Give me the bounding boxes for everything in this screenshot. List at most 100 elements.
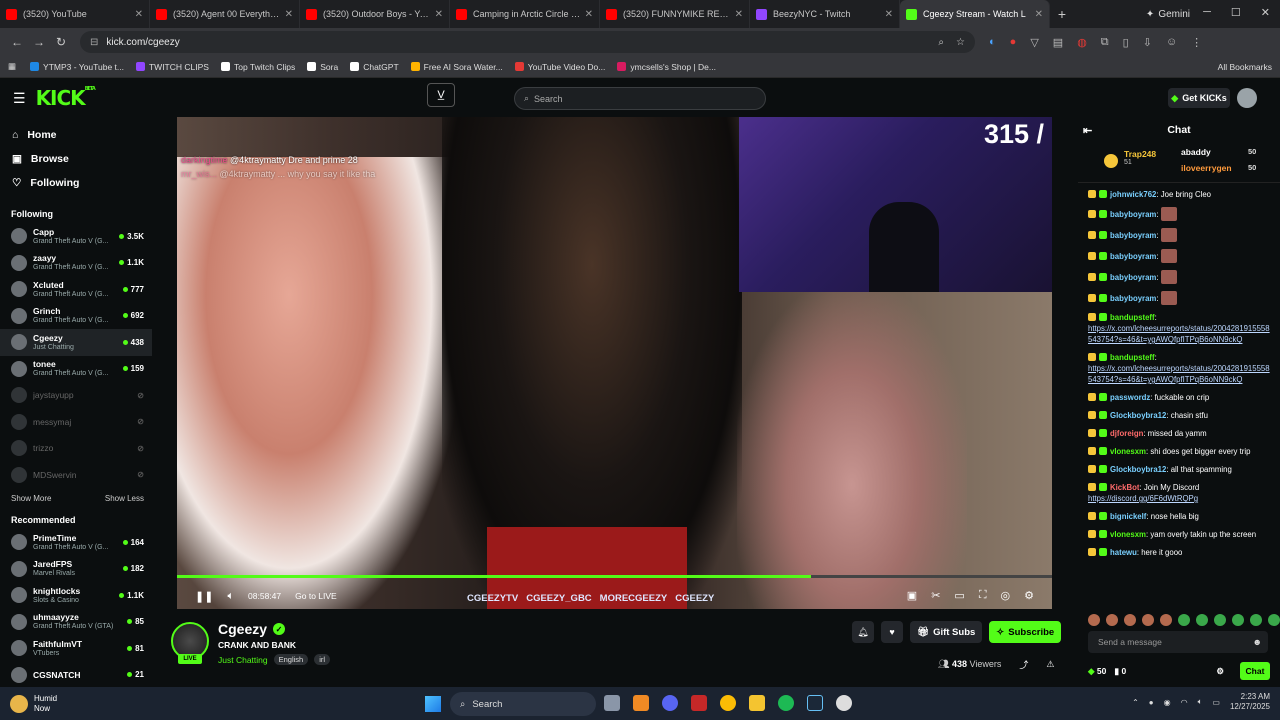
steam-icon[interactable] [807, 695, 823, 711]
emote-icon[interactable] [1160, 614, 1172, 626]
bookmark-item[interactable]: Free AI Sora Water... [410, 62, 503, 72]
emote-icon[interactable] [1214, 614, 1226, 626]
get-kicks-button[interactable]: ◆ Get KICKs [1168, 88, 1230, 108]
bookmark-item[interactable]: ymcsells's Shop | De... [617, 62, 716, 72]
user-avatar[interactable] [1237, 88, 1257, 108]
recommended-item[interactable]: JaredFPS Marvel Rivals 182 [0, 556, 152, 583]
show-more-button[interactable]: Show More [11, 494, 51, 503]
bookmark-item[interactable]: TWITCH CLIPS [135, 62, 209, 72]
following-item[interactable]: MDSwervin ⊘ [0, 462, 152, 489]
extension-icon[interactable]: ◍ [1077, 36, 1087, 49]
all-bookmarks-button[interactable]: All Bookmarks [1218, 62, 1272, 72]
close-tab-icon[interactable]: ✕ [435, 9, 443, 20]
gift-subs-button[interactable]: 🎁︎ Gift Subs [910, 621, 983, 643]
chat-username[interactable]: Glockboybra12 [1110, 411, 1166, 420]
zoom-icon[interactable]: ⌕ [938, 37, 944, 48]
following-item[interactable]: trizzo ⊘ [0, 435, 152, 462]
chat-username[interactable]: vlonesxm [1110, 530, 1146, 539]
chat-link[interactable]: https://discord.gg/6F6dWtRQPg [1088, 494, 1198, 503]
browser-tab[interactable]: Cgeezy Stream - Watch L ✕ [900, 0, 1050, 28]
emote-icon[interactable] [1088, 614, 1100, 626]
kicks-balance[interactable]: ▮ 0 [1114, 666, 1126, 677]
app-icon[interactable] [691, 695, 707, 711]
clock[interactable]: 2:23 AM 12/27/2025 [1230, 692, 1270, 712]
following-item[interactable]: zaayy Grand Theft Auto V (G... 1.1K [0, 250, 152, 277]
pause-icon[interactable]: ❚❚ [195, 590, 213, 603]
clip-icon[interactable]: ✂ [931, 589, 940, 602]
taskbar-search[interactable]: ⌕ Search [450, 692, 596, 716]
share-icon[interactable]: ⤴ [1019, 658, 1028, 671]
emote-icon[interactable] [1196, 614, 1208, 626]
chat-username[interactable]: KickBot [1110, 483, 1139, 492]
emote-icon[interactable] [1106, 614, 1118, 626]
theater-mode-icon[interactable]: ▭ [954, 589, 964, 602]
chat-username[interactable]: babyboyram [1110, 210, 1156, 219]
downloads-icon[interactable]: ⇩ [1143, 36, 1152, 49]
sidebar-icon[interactable]: ▯ [1123, 36, 1129, 49]
chat-username[interactable]: babyboyram [1110, 231, 1156, 240]
category-link[interactable]: Just Chatting [218, 655, 268, 665]
discord-icon[interactable] [662, 695, 678, 711]
maximize-button[interactable]: ☐ [1231, 6, 1241, 19]
chat-username[interactable]: hatewu [1110, 548, 1137, 557]
go-to-live-button[interactable]: Go to LIVE [295, 591, 337, 601]
notification-bell-button[interactable]: 🔔︎ [852, 621, 874, 643]
tag-irl[interactable]: irl [314, 654, 331, 665]
chat-username[interactable]: bandupsteff [1110, 313, 1155, 322]
chat-username[interactable]: passwordz [1110, 393, 1150, 402]
recommended-item[interactable]: uhmaayyze Grand Theft Auto V (GTA) 85 [0, 609, 152, 636]
weather-widget[interactable]: Humid Now [10, 694, 57, 714]
volume-icon[interactable]: 🔈︎ [227, 590, 234, 603]
fullscreen-icon[interactable]: ⛶ [979, 589, 987, 602]
show-less-button[interactable]: Show Less [105, 494, 144, 503]
chat-username[interactable]: johnwick762 [1110, 190, 1156, 199]
quality-icon[interactable]: ◎ [1001, 589, 1011, 602]
extension-icon[interactable]: ▽ [1030, 36, 1038, 49]
chat-link[interactable]: https://x.com/lcheesurreports/status/200… [1088, 364, 1270, 384]
tray-chevron-icon[interactable]: ⌃ [1132, 698, 1139, 707]
hamburger-menu-icon[interactable]: ☰ [13, 90, 26, 107]
bookmark-item[interactable]: Top Twitch Clips [220, 62, 295, 72]
browser-tab[interactable]: (3520) Agent 00 Everything - ✕ [150, 0, 300, 28]
settings-gear-icon[interactable]: ⚙ [1024, 589, 1034, 602]
search-input[interactable]: ⌕ Search [514, 87, 766, 110]
chat-username[interactable]: babyboyram [1110, 252, 1156, 261]
extension-icon[interactable]: ● [1010, 36, 1017, 49]
emote-icon[interactable] [1250, 614, 1262, 626]
vod-icon[interactable]: V̲ [427, 83, 455, 107]
close-tab-icon[interactable]: ✕ [885, 9, 893, 20]
spotify-icon[interactable] [778, 695, 794, 711]
following-item[interactable]: Grinch Grand Theft Auto V (G... 692 [0, 303, 152, 330]
report-icon[interactable]: ⚠ [1046, 659, 1054, 670]
chat-link[interactable]: https://x.com/lcheesurreports/status/200… [1088, 324, 1270, 344]
file-explorer-icon[interactable] [749, 695, 765, 711]
tray-app-icon[interactable]: ◉ [1164, 698, 1171, 707]
browser-tab[interactable]: BeezyNYC - Twitch ✕ [750, 0, 900, 28]
puzzle-icon[interactable]: ⧉ [1101, 36, 1109, 49]
miniplayer-icon[interactable]: ▣ [907, 589, 917, 602]
close-tab-icon[interactable]: ✕ [735, 9, 743, 20]
bookmark-item[interactable]: YouTube Video Do... [514, 62, 605, 72]
kick-logo[interactable]: KICKBETA [36, 86, 96, 110]
following-item[interactable]: messymaj ⊘ [0, 409, 152, 436]
gemini-button[interactable]: ✦ Gemini [1146, 9, 1190, 20]
seek-bar[interactable] [177, 575, 1052, 578]
chat-username[interactable]: babyboyram [1110, 294, 1156, 303]
sidebar-nav-following[interactable]: ♡ Following [0, 171, 152, 195]
wifi-icon[interactable]: ◠ [1181, 698, 1188, 707]
bookmark-star-icon[interactable]: ☆ [956, 37, 965, 48]
minimize-button[interactable]: ─ [1203, 6, 1211, 19]
chat-settings-icon[interactable]: ⚙ [1216, 666, 1224, 677]
emote-icon[interactable] [1142, 614, 1154, 626]
url-field[interactable]: ⊟ kick.com/cgeezy ⌕ ☆ [80, 31, 975, 53]
following-item[interactable]: jaystayupp ⊘ [0, 382, 152, 409]
sidebar-nav-home[interactable]: ⌂ Home [0, 123, 152, 147]
menu-icon[interactable]: ⋮ [1191, 36, 1202, 49]
browser-tab[interactable]: Camping in Arctic Circle with ✕ [450, 0, 600, 28]
back-button[interactable]: ← [6, 35, 28, 49]
following-item[interactable]: Capp Grand Theft Auto V (G... 3.5K [0, 223, 152, 250]
chat-username[interactable]: bandupsteff [1110, 353, 1155, 362]
chat-username[interactable]: vlonesxm [1110, 447, 1146, 456]
extension-icon[interactable]: ◐ [989, 36, 996, 49]
close-tab-icon[interactable]: ✕ [585, 9, 593, 20]
